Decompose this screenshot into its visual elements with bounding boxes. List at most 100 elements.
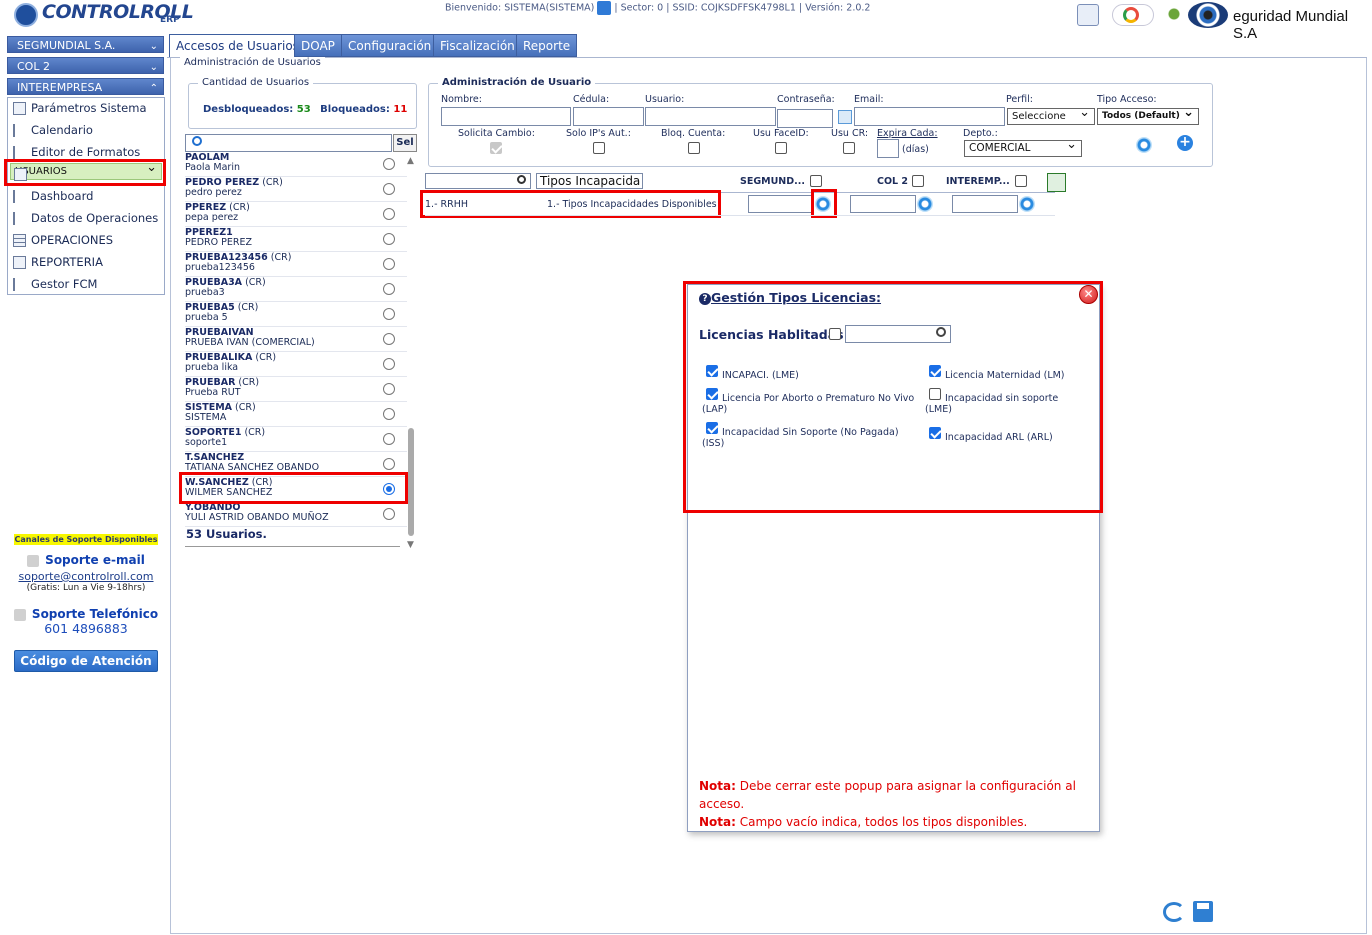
col2-type-input[interactable]	[850, 195, 916, 213]
option-incapaci-checkbox[interactable]	[706, 365, 718, 377]
user-row[interactable]: PAOLAM Paola Marin	[185, 152, 407, 177]
cedula-input[interactable]	[573, 107, 644, 126]
users-scrollbar[interactable]: ▲ ▼	[406, 156, 416, 551]
user-row[interactable]: PPEREZ1 PEDRO PEREZ	[185, 227, 407, 252]
sidebar-item-parametros[interactable]: Parámetros Sistema	[10, 98, 162, 118]
expira-label: Expira Cada:	[877, 128, 938, 139]
user-row[interactable]: PRUEBA5 (CR) prueba 5	[185, 302, 407, 327]
column-col2-checkbox[interactable]	[912, 175, 924, 187]
close-icon[interactable]: ✕	[1079, 285, 1098, 304]
user-radio[interactable]	[383, 233, 395, 245]
user-row[interactable]: Y.OBANDO YULI ASTRID OBANDO MUÑOZ	[185, 502, 407, 527]
attention-code-button[interactable]: Código de Atención	[14, 650, 158, 672]
notes-icon[interactable]	[1077, 4, 1099, 26]
sidebar-item-reporteria[interactable]: REPORTERIA	[10, 252, 162, 272]
user-radio[interactable]	[383, 508, 395, 520]
enabled-checkbox[interactable]	[829, 328, 841, 340]
user-radio[interactable]	[383, 458, 395, 470]
interempresa-settings-icon[interactable]	[1019, 196, 1035, 212]
nombre-input[interactable]	[441, 107, 571, 126]
user-row[interactable]: PRUEBAIVAN PRUEBA IVAN (COMERCIAL)	[185, 327, 407, 352]
tipos-filter-input[interactable]: Tipos Incapacida	[536, 173, 643, 189]
user-radio[interactable]	[383, 258, 395, 270]
sidebar-item-gestor-fcm[interactable]: Gestor FCM	[10, 274, 162, 294]
perfil-select[interactable]: Seleccione	[1007, 105, 1095, 125]
tab-configuracion[interactable]: Configuración	[341, 34, 439, 57]
eye-icon[interactable]	[1188, 2, 1228, 28]
segmundial-settings-icon[interactable]	[815, 196, 831, 212]
user-row[interactable]: PEDRO PEREZ (CR) pedro perez	[185, 177, 407, 202]
sidebar-item-dashboard[interactable]: Dashboard	[10, 186, 162, 206]
user-row[interactable]: SISTEMA (CR) SISTEMA	[185, 402, 407, 427]
sidebar-item-calendario[interactable]: Calendario	[10, 120, 162, 140]
chrome-icon[interactable]	[1112, 4, 1154, 26]
col2-settings-icon[interactable]	[917, 196, 933, 212]
phone-check-icon	[13, 609, 26, 621]
usuario-input[interactable]	[645, 107, 776, 126]
user-row[interactable]: T.SANCHEZ TATIANA SANCHEZ OBANDO	[185, 452, 407, 477]
user-radio[interactable]	[383, 158, 395, 170]
user-row[interactable]: PRUEBA123456 (CR) prueba123456	[185, 252, 407, 277]
tab-doap[interactable]: DOAP	[294, 34, 342, 57]
user-row[interactable]: PRUEBAR (CR) Prueba RUT	[185, 377, 407, 402]
help-icon[interactable]: ?	[699, 293, 711, 305]
sidebar-item-operaciones[interactable]: OPERACIONES	[10, 230, 162, 250]
licencias-search-input[interactable]	[845, 325, 951, 343]
scroll-down-icon[interactable]: ▼	[407, 540, 414, 550]
scroll-thumb[interactable]	[408, 428, 414, 536]
support-title: Canales de Soporte Disponibles	[13, 534, 159, 545]
user-radio[interactable]	[383, 358, 395, 370]
select-all-button[interactable]: Sel	[393, 134, 417, 152]
copy-icon[interactable]	[838, 110, 852, 124]
bloq-checkbox[interactable]	[688, 142, 700, 154]
tab-fiscalizacion[interactable]: Fiscalización	[433, 34, 522, 57]
undo-icon[interactable]	[1163, 902, 1185, 922]
user-radio[interactable]	[383, 283, 395, 295]
user-row[interactable]: W.SANCHEZ (CR) WILMER SANCHEZ	[185, 477, 407, 502]
support-email-link[interactable]: soporte@controlroll.com	[10, 570, 162, 583]
user-radio[interactable]	[383, 408, 395, 420]
user-radio[interactable]	[383, 208, 395, 220]
accordion-col2[interactable]: COL 2 ⌄	[7, 57, 164, 74]
option-maternidad-checkbox[interactable]	[929, 365, 941, 377]
email-input[interactable]	[854, 107, 1005, 126]
depto-select[interactable]: COMERCIAL	[964, 137, 1082, 157]
user-radio[interactable]	[383, 308, 395, 320]
user-radio[interactable]	[383, 483, 395, 495]
tab-reporte[interactable]: Reporte	[516, 34, 578, 57]
add-user-button[interactable]: +	[1177, 135, 1193, 151]
tab-accesos-usuarios[interactable]: Accesos de Usuarios	[169, 34, 306, 58]
contrasena-input[interactable]	[777, 109, 833, 128]
expira-input[interactable]	[877, 139, 899, 158]
segmundial-type-input[interactable]	[748, 195, 814, 213]
solo-ip-checkbox[interactable]	[593, 142, 605, 154]
user-radio[interactable]	[383, 183, 395, 195]
user-row[interactable]: PPEREZ (CR) pepa perez	[185, 202, 407, 227]
column-segmundial-checkbox[interactable]	[810, 175, 822, 187]
user-row[interactable]: SOPORTE1 (CR) soporte1	[185, 427, 407, 452]
user-radio[interactable]	[383, 333, 395, 345]
user-radio[interactable]	[383, 433, 395, 445]
faceid-checkbox[interactable]	[775, 142, 787, 154]
interempresa-type-input[interactable]	[952, 195, 1018, 213]
sidebar-item-editor-formatos[interactable]: Editor de Formatos	[10, 142, 162, 162]
accordion-interempresa[interactable]: INTEREMPRESA ⌃	[7, 78, 164, 95]
scroll-up-icon[interactable]: ▲	[407, 156, 414, 166]
user-radio[interactable]	[383, 383, 395, 395]
tipo-acceso-select[interactable]: Todos (Default)	[1097, 105, 1199, 125]
usucr-checkbox[interactable]	[843, 142, 855, 154]
user-icon[interactable]	[597, 1, 612, 15]
sidebar-item-usuarios[interactable]: USUARIOS	[10, 160, 162, 181]
user-row[interactable]: PRUEBA3A (CR) prueba3	[185, 277, 407, 302]
column-interempresa-checkbox[interactable]	[1015, 175, 1027, 187]
user-search-input[interactable]	[185, 134, 392, 152]
save-icon[interactable]	[1193, 901, 1213, 922]
excel-export-icon[interactable]	[1047, 173, 1066, 192]
grid-search-input[interactable]	[425, 173, 531, 189]
accordion-segmundial[interactable]: SEGMUNDIAL S.A. ⌄	[7, 36, 164, 53]
search-settings-icon[interactable]	[1136, 137, 1152, 153]
user-row[interactable]: PRUEBALIKA (CR) prueba lika	[185, 352, 407, 377]
option-arl-checkbox[interactable]	[929, 427, 941, 439]
sidebar-item-datos-operaciones[interactable]: Datos de Operaciones	[10, 208, 162, 228]
solicita-checkbox[interactable]	[490, 142, 502, 154]
